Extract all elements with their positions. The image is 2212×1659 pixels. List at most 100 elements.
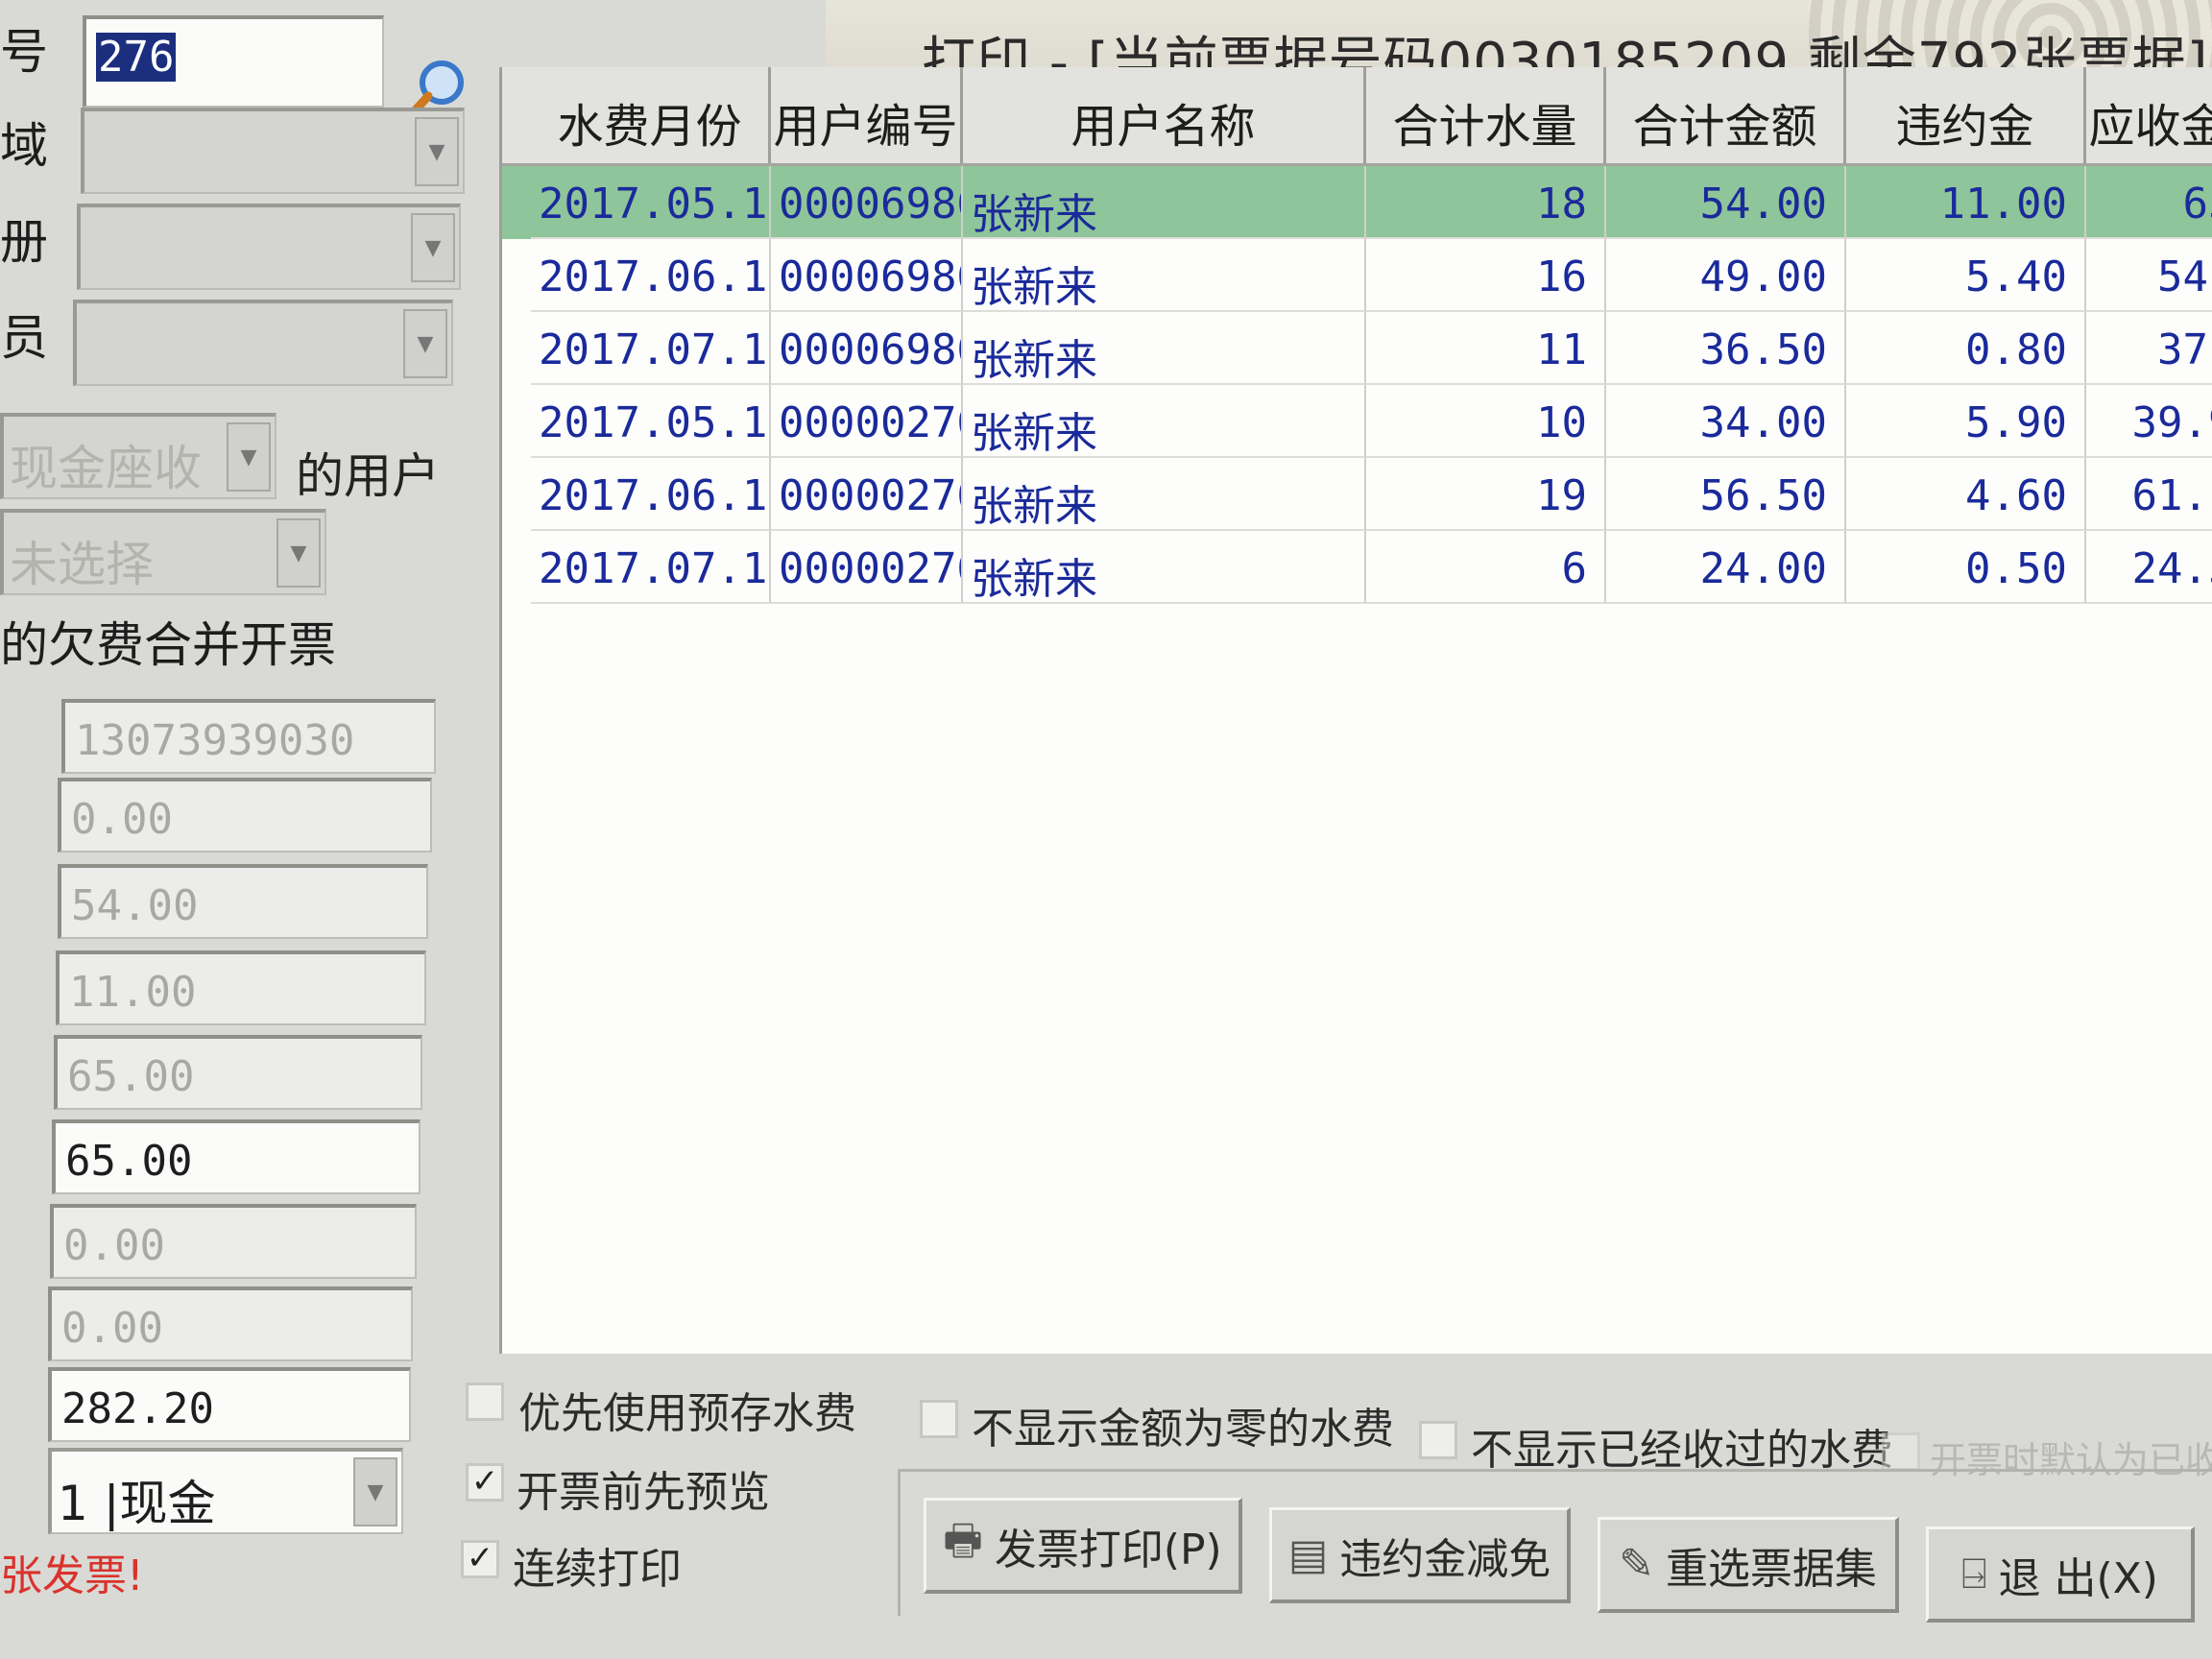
- printer-icon: 🖶: [943, 1516, 983, 1565]
- table-row[interactable]: 2017.05.1500000276张新来1034.005.9039.90: [502, 385, 2212, 458]
- payment-mode-select[interactable]: 现金座收 ▼: [0, 413, 276, 499]
- col-header-month[interactable]: 水费月份: [531, 67, 771, 163]
- payment-mode-value: 现金座收: [10, 441, 202, 496]
- col-header-penalty[interactable]: 违约金: [1846, 67, 2086, 163]
- preview-label: 开票前先预览: [517, 1468, 770, 1517]
- cell-amount: 36.50: [1606, 312, 1846, 385]
- chevron-down-icon: ▼: [227, 422, 271, 492]
- print-invoice-label: 发票打印(P): [994, 1525, 1222, 1575]
- chevron-down-icon: ▼: [276, 518, 321, 588]
- cell-user-no: 00000276: [771, 531, 963, 604]
- filter-value: 未选择: [10, 537, 154, 592]
- book-select[interactable]: ▼: [77, 204, 461, 290]
- pay-method-select[interactable]: 1 |现金 ▼: [48, 1448, 403, 1534]
- user-no-value: 276: [96, 33, 177, 82]
- col-header-volume[interactable]: 合计水量: [1366, 67, 1606, 163]
- cell-penalty: 0.50: [1846, 531, 2086, 604]
- table-row[interactable]: 2017.07.1500000276张新来624.000.5024.50: [502, 531, 2212, 604]
- cell-receivable: 54.4: [2086, 239, 2212, 312]
- pay-method-value: 1 |现金: [58, 1476, 216, 1531]
- print-invoice-button[interactable]: 🖶 发票打印(P): [924, 1498, 1242, 1594]
- total-field: 282.20: [48, 1367, 411, 1442]
- hide-collected-label: 不显示已经收过的水费: [1471, 1426, 1893, 1475]
- prefer-prestored-label: 优先使用预存水费: [518, 1389, 856, 1438]
- default-collected-checkbox[interactable]: [1882, 1432, 1920, 1471]
- cell-month: 2017.05.15: [531, 385, 771, 458]
- cell-penalty: 4.60: [1846, 458, 2086, 531]
- cell-month: 2017.06.15: [531, 458, 771, 531]
- bill-grid: 水费月份 用户编号 用户名称 合计水量 合计金额 违约金 应收金额 2017.0…: [499, 67, 2212, 1354]
- label-staff: 员: [0, 310, 48, 366]
- cell-receivable: 65.: [2086, 166, 2212, 239]
- cell-amount: 54.00: [1606, 166, 1846, 239]
- amount-field: 54.00: [58, 864, 428, 939]
- cell-volume: 19: [1366, 458, 1606, 531]
- cell-volume: 16: [1366, 239, 1606, 312]
- chevron-down-icon: ▼: [353, 1457, 397, 1527]
- change-field: 0.00: [48, 1286, 413, 1361]
- penalty-waive-button[interactable]: ▤ 违约金减免: [1269, 1507, 1571, 1603]
- continuous-print-checkbox[interactable]: ✓: [461, 1540, 499, 1578]
- chevron-down-icon: ▼: [415, 117, 459, 186]
- hide-zero-amount-checkbox[interactable]: [920, 1400, 958, 1438]
- grid-header: 水费月份 用户编号 用户名称 合计水量 合计金额 违约金 应收金额: [502, 67, 2212, 166]
- cell-penalty: 11.00: [1846, 166, 2086, 239]
- invoice-warning: 张发票!: [0, 1551, 144, 1600]
- cell-user-no: 00000276: [771, 385, 963, 458]
- col-header-user-no[interactable]: 用户编号: [771, 67, 963, 163]
- user-no-input[interactable]: 276: [83, 15, 384, 108]
- cell-name: 张新来: [963, 531, 1366, 604]
- col-header-amount[interactable]: 合计金额: [1606, 67, 1846, 163]
- cell-volume: 10: [1366, 385, 1606, 458]
- table-row[interactable]: 2017.06.1500000276张新来1956.504.6061.10: [502, 458, 2212, 531]
- cell-receivable: 61.10: [2086, 458, 2212, 531]
- cell-penalty: 5.40: [1846, 239, 2086, 312]
- preview-checkbox[interactable]: ✓: [466, 1463, 504, 1502]
- tools-icon: ✎: [1619, 1540, 1654, 1589]
- reselect-receipts-button[interactable]: ✎ 重选票据集: [1598, 1517, 1899, 1613]
- cell-receivable: 37.3: [2086, 312, 2212, 385]
- label-area: 域: [0, 118, 48, 174]
- cell-amount: 24.00: [1606, 531, 1846, 604]
- continuous-print-label: 连续打印: [513, 1545, 682, 1594]
- area-select[interactable]: ▼: [81, 108, 465, 194]
- cell-month: 2017.06.15: [531, 239, 771, 312]
- cell-receivable: 39.90: [2086, 385, 2212, 458]
- chevron-down-icon: ▼: [403, 309, 447, 378]
- cell-user-no: 00006986: [771, 239, 963, 312]
- hide-zero-amount-label: 不显示金额为零的水费: [972, 1405, 1394, 1454]
- cell-amount: 34.00: [1606, 385, 1846, 458]
- receivable-field: 65.00: [54, 1035, 422, 1110]
- cell-volume: 6: [1366, 531, 1606, 604]
- exit-label: 退 出(X): [1998, 1553, 2158, 1603]
- cell-user-no: 00000276: [771, 458, 963, 531]
- cell-volume: 18: [1366, 166, 1606, 239]
- reselect-receipts-label: 重选票据集: [1665, 1544, 1877, 1594]
- staff-select[interactable]: ▼: [73, 300, 453, 386]
- col-header-receivable[interactable]: 应收金额: [2086, 67, 2212, 163]
- cell-penalty: 5.90: [1846, 385, 2086, 458]
- exit-button[interactable]: ⍈ 退 出(X): [1926, 1527, 2195, 1623]
- cell-name: 张新来: [963, 458, 1366, 531]
- cell-amount: 49.00: [1606, 239, 1846, 312]
- cell-month: 2017.07.15: [531, 531, 771, 604]
- hide-collected-checkbox[interactable]: [1419, 1421, 1457, 1459]
- cell-name: 张新来: [963, 312, 1366, 385]
- briefcase-icon: ▤: [1287, 1530, 1329, 1579]
- received-input[interactable]: 65.00: [52, 1119, 421, 1194]
- table-row[interactable]: 2017.06.1500006986张新来1649.005.4054.4: [502, 239, 2212, 312]
- penalty-field: 11.00: [56, 950, 426, 1025]
- exit-door-icon: ⍈: [1961, 1550, 1987, 1599]
- cell-receivable: 24.50: [2086, 531, 2212, 604]
- users-suffix-label: 的用户: [296, 448, 440, 504]
- merge-invoice-label: 的欠费合并开票: [0, 617, 336, 673]
- prefer-prestored-checkbox[interactable]: [466, 1382, 504, 1421]
- cell-penalty: 0.80: [1846, 312, 2086, 385]
- phone-field: 13073939030: [61, 699, 436, 774]
- col-header-user-name[interactable]: 用户名称: [963, 67, 1366, 163]
- table-row[interactable]: 2017.07.1500006986张新来1136.500.8037.3: [502, 312, 2212, 385]
- discount-field: 0.00: [50, 1204, 417, 1279]
- label-user-no: 号: [0, 24, 48, 80]
- filter-select[interactable]: 未选择 ▼: [0, 509, 326, 595]
- table-row[interactable]: 2017.05.1500006986张新来1854.0011.0065.: [502, 166, 2212, 239]
